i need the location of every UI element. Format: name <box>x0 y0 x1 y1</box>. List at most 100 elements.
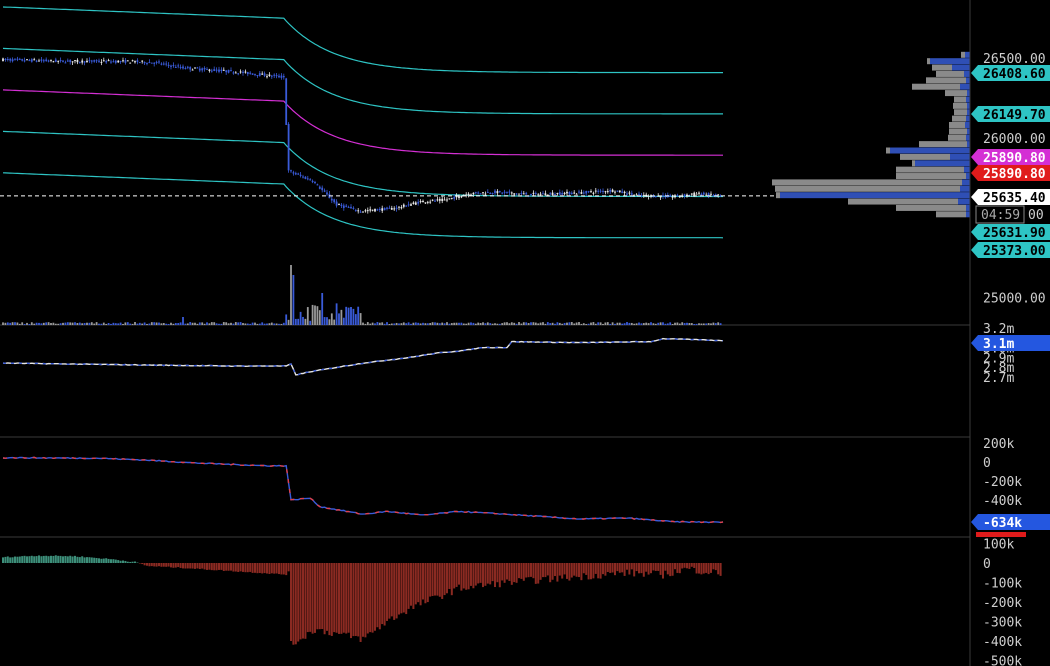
candle-body <box>412 202 415 204</box>
candle-body <box>287 123 290 171</box>
candle-body <box>273 74 276 76</box>
candle-body <box>258 73 261 76</box>
histogram-bar <box>525 563 528 578</box>
candle-body <box>69 60 72 62</box>
candle-body <box>599 190 602 192</box>
histogram-bar <box>311 563 314 634</box>
histogram-bar <box>369 563 372 633</box>
volume-bar <box>587 323 590 325</box>
candle-body <box>359 211 362 213</box>
volume-bar <box>50 323 52 325</box>
histogram-bar <box>347 563 350 633</box>
candle-body <box>304 176 307 179</box>
volume-bar <box>45 322 48 325</box>
histogram-bar <box>102 558 105 563</box>
volume-bar <box>510 322 513 325</box>
candle-body <box>532 192 535 194</box>
profile-sell-bar <box>896 166 964 173</box>
volume-bar <box>664 323 667 325</box>
candle-body <box>498 191 501 193</box>
profile-buy-bar <box>962 179 970 186</box>
histogram-bar <box>215 563 218 571</box>
candle-body <box>441 198 444 202</box>
histogram-bar <box>602 563 604 575</box>
candle-body <box>386 207 388 209</box>
volume-bar <box>479 323 482 325</box>
indicator3-tick-label: 0 <box>983 557 991 572</box>
histogram-bar <box>398 563 400 615</box>
candle-body <box>275 75 278 77</box>
volume-bar <box>393 323 396 325</box>
volume-bar <box>578 322 580 325</box>
candle-body <box>110 61 112 63</box>
candle-body <box>268 74 271 76</box>
volume-bar <box>585 323 588 325</box>
histogram-bar <box>604 563 607 576</box>
candle-body <box>621 191 624 193</box>
volume-bar <box>33 323 36 325</box>
volume-bar <box>309 320 312 325</box>
volume-bar <box>710 323 712 325</box>
volume-bar <box>443 323 446 325</box>
candle-body <box>210 70 213 72</box>
volume-bar <box>90 322 93 325</box>
histogram-bar <box>527 563 530 578</box>
volume-bar <box>40 323 43 325</box>
volume-bar <box>700 323 703 325</box>
candle-body <box>227 69 230 73</box>
profile-buy-bar <box>964 166 970 173</box>
trading-chart[interactable]: 26500.0026000.0025000.003.2m3.0m2.9m2.8m… <box>0 0 1050 666</box>
volume-bar <box>112 322 115 325</box>
histogram-bar <box>383 563 386 626</box>
volume-bar <box>513 322 516 325</box>
candle-body <box>261 73 264 75</box>
profile-sell-bar <box>772 179 962 186</box>
candle-body <box>234 72 237 74</box>
volume-bar <box>4 322 7 325</box>
candle-body <box>496 191 499 194</box>
histogram-bar <box>35 556 38 563</box>
histogram-bar <box>494 563 496 588</box>
candle-body <box>225 70 228 73</box>
histogram-bar <box>388 563 391 619</box>
indicator2-secondary-tag <box>976 532 1026 537</box>
volume-bar <box>381 322 384 325</box>
volume-bar <box>2 322 4 325</box>
histogram-bar <box>470 563 472 586</box>
volume-bar <box>302 316 304 325</box>
volume-bar <box>419 323 422 325</box>
candle-body <box>398 206 400 208</box>
histogram-bar <box>414 563 417 605</box>
histogram-bar <box>678 563 681 574</box>
histogram-bar <box>47 556 50 563</box>
candle-body <box>676 195 679 197</box>
histogram-bar <box>570 563 573 578</box>
histogram-bar <box>503 563 506 583</box>
candle-body <box>83 61 86 63</box>
candle-body <box>206 68 208 70</box>
volume-bar <box>179 322 182 325</box>
profile-buy-bar <box>960 83 970 90</box>
profile-sell-bar <box>948 134 966 141</box>
candle-body <box>182 66 184 69</box>
histogram-bar <box>222 563 225 572</box>
volume-bar <box>326 317 328 325</box>
histogram-bar <box>182 563 184 569</box>
volume-bar <box>462 323 465 325</box>
candle-body <box>280 75 283 78</box>
histogram-bar <box>592 563 595 579</box>
candle-body <box>62 60 64 62</box>
candle-body <box>95 60 98 62</box>
histogram-bar <box>448 563 451 589</box>
candle-body <box>482 192 484 194</box>
histogram-bar <box>23 555 26 563</box>
histogram-bar <box>114 559 117 563</box>
histogram-bar <box>549 563 552 583</box>
histogram-bar <box>424 563 427 604</box>
volume-bar <box>62 322 64 325</box>
candle-body <box>554 194 556 196</box>
histogram-bar <box>539 563 542 580</box>
volume-bar <box>688 323 691 325</box>
candle-body <box>42 60 45 62</box>
histogram-bar <box>563 563 566 575</box>
